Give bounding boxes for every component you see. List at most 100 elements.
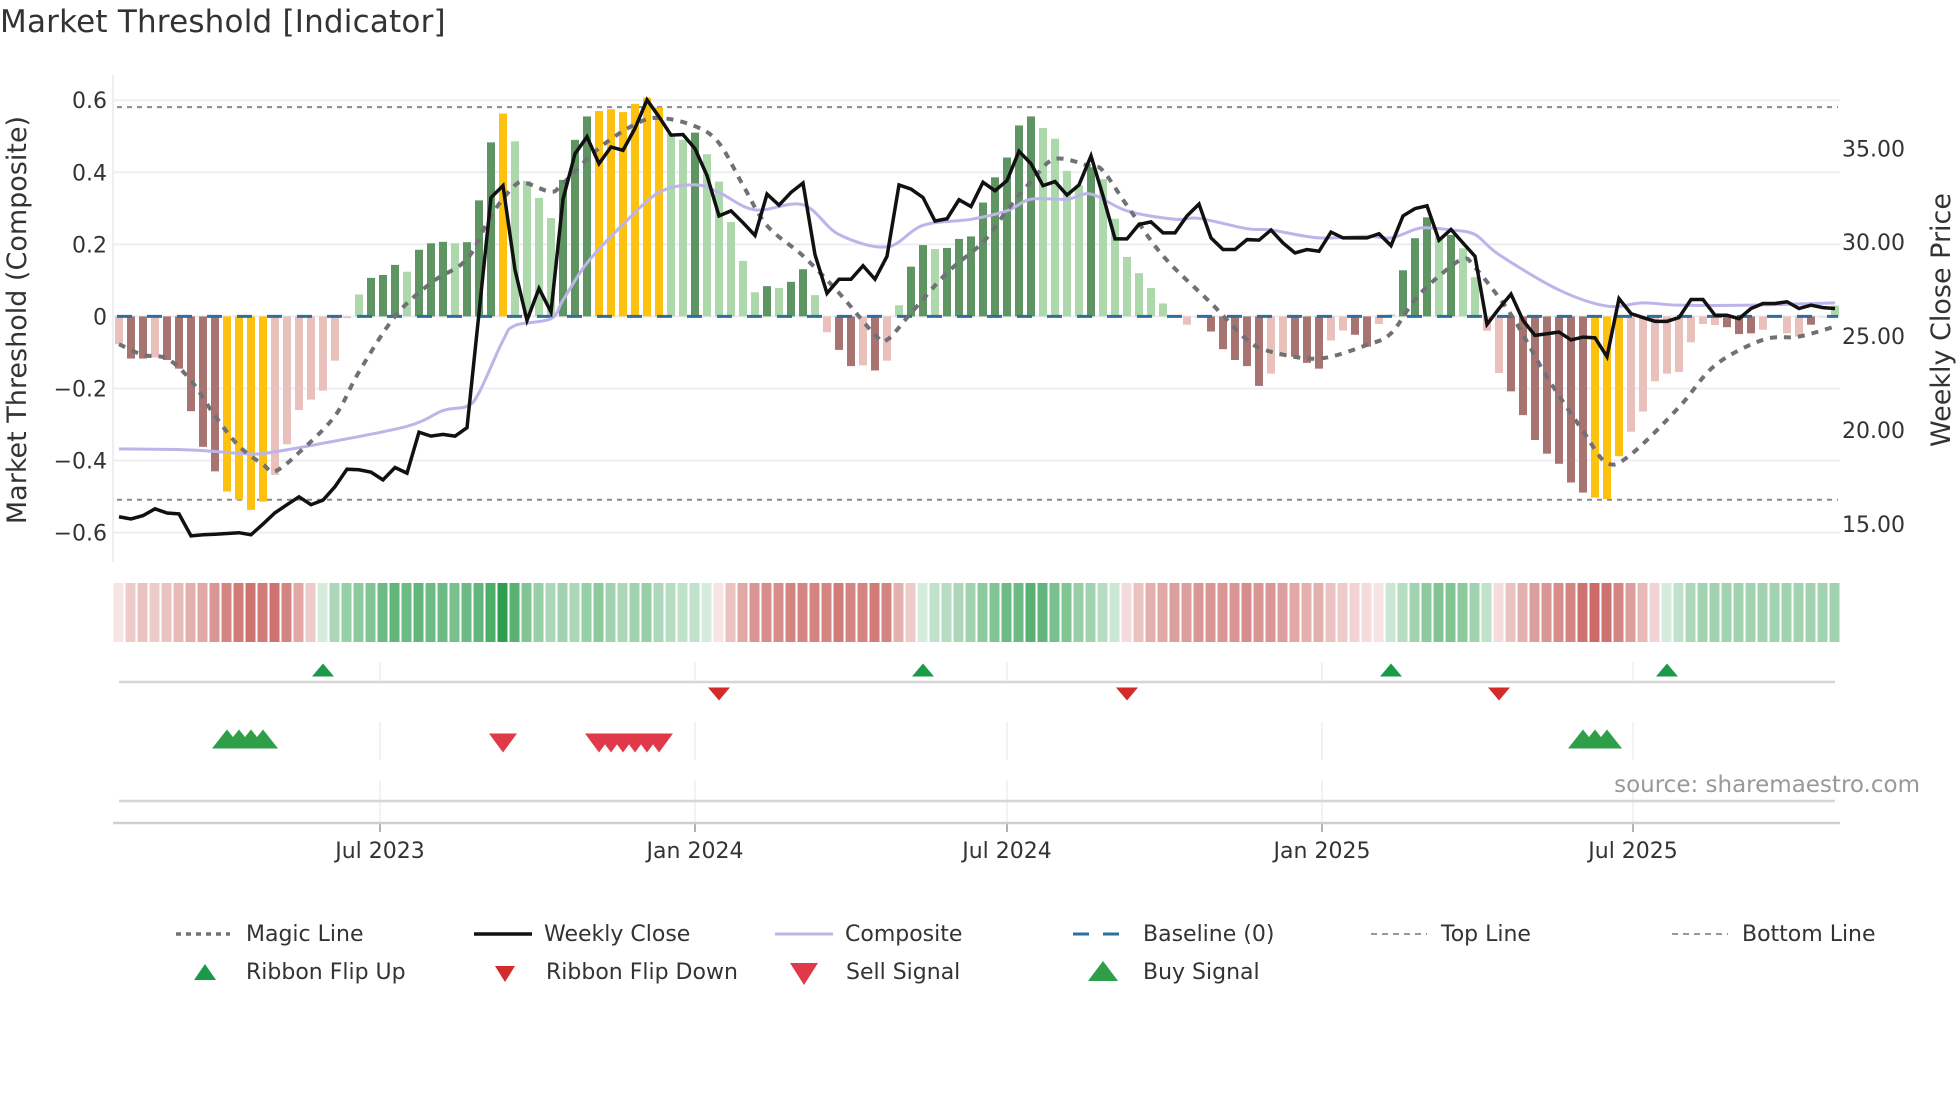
ribbon-strip	[1349, 583, 1360, 642]
composite-bar	[1459, 248, 1467, 317]
ribbon-strip	[1253, 583, 1264, 642]
ribbon-flip-down-marker	[1488, 687, 1510, 701]
composite-bar	[1411, 238, 1419, 317]
composite-bar	[1327, 316, 1335, 341]
composite-bar	[1507, 316, 1515, 392]
composite-bar	[427, 243, 435, 317]
ribbon-strip	[1553, 583, 1564, 642]
ribbon-strip	[149, 583, 160, 642]
source-credit: source: sharemaestro.com	[1614, 772, 1920, 798]
ribbon-strip	[545, 583, 556, 642]
ribbon-strip	[1337, 583, 1348, 642]
ribbon-strip	[845, 583, 856, 642]
composite-bar	[1291, 316, 1299, 357]
ribbon-strip	[1289, 583, 1300, 642]
composite-bar	[979, 202, 987, 317]
ribbon-flip-up-marker	[1656, 663, 1678, 677]
triangle-down-icon	[495, 966, 515, 982]
ribbon-strip	[569, 583, 580, 642]
composite-bar	[1051, 138, 1059, 317]
ribbon-strip	[161, 583, 172, 642]
composite-bar	[1747, 316, 1755, 334]
ribbon-flip-down-marker	[708, 687, 730, 701]
sell-signal-marker	[489, 733, 517, 753]
left-tick-label: −0.2	[54, 377, 107, 402]
right-tick-label: 25.00	[1842, 325, 1905, 350]
ribbon-strip	[629, 583, 640, 642]
ribbon-strip	[1157, 583, 1168, 642]
ribbon-strip	[461, 583, 472, 642]
composite-bar	[1255, 316, 1263, 386]
composite-bar	[355, 294, 363, 317]
composite-bar	[859, 316, 867, 366]
ribbon-strip	[1181, 583, 1192, 642]
composite-bar	[871, 316, 879, 371]
ribbon-strip	[929, 583, 940, 642]
composite-bar	[1663, 316, 1671, 374]
ribbon-strip	[1769, 583, 1780, 642]
ribbon-strip	[1505, 583, 1516, 642]
legend-item-baseline: Baseline (0)	[1073, 922, 1274, 947]
composite-bar	[403, 271, 411, 317]
x-tick-label: Jan 2025	[1272, 839, 1371, 864]
ribbon-strip	[1481, 583, 1492, 642]
composite-bar	[415, 249, 423, 317]
composite-bar	[823, 316, 831, 333]
composite-bar	[343, 316, 351, 319]
ribbon-strip	[1589, 583, 1600, 642]
legend-item-flip-down: Ribbon Flip Down	[495, 960, 738, 985]
ribbon-strip	[281, 583, 292, 642]
ribbon-strip	[1001, 583, 1012, 642]
composite-bar	[1675, 316, 1683, 372]
composite-bar	[1279, 316, 1287, 357]
ribbon-strip	[1829, 583, 1840, 642]
left-tick-label: −0.4	[54, 450, 107, 475]
composite-bar	[1363, 316, 1371, 347]
ribbon-strip	[953, 583, 964, 642]
ribbon-strip	[701, 583, 712, 642]
composite-bar	[367, 277, 375, 317]
ribbon-strip	[473, 583, 484, 642]
weekly-close-line	[118, 96, 1836, 538]
composite-bar	[331, 316, 339, 361]
ribbon-strip	[1229, 583, 1240, 642]
ribbon-strip	[917, 583, 928, 642]
ribbon-strip	[377, 583, 388, 642]
composite-bar	[211, 316, 219, 472]
ribbon-strip	[905, 583, 916, 642]
composite-bar	[1627, 316, 1635, 432]
composite-bar	[1135, 273, 1143, 317]
composite-bar	[1519, 316, 1527, 416]
ribbon-strip	[1325, 583, 1336, 642]
ribbon-strip	[1241, 583, 1252, 642]
ribbon-strip	[293, 583, 304, 642]
ribbon-strip	[1757, 583, 1768, 642]
magic-line	[118, 115, 1836, 474]
ribbon-strip	[677, 583, 688, 642]
ribbon-strip	[1145, 583, 1156, 642]
composite-bar	[1639, 316, 1647, 412]
composite-bar	[1315, 316, 1323, 369]
composite-bar	[775, 287, 783, 317]
ribbon-strip	[1109, 583, 1120, 642]
triangle-up-icon	[194, 964, 216, 980]
ribbon-strip	[425, 583, 436, 642]
composite-bar	[319, 316, 327, 391]
ribbon-strip	[1601, 583, 1612, 642]
ribbon-strip	[317, 583, 328, 642]
composite-bar	[115, 316, 123, 345]
ribbon-strip	[1313, 583, 1324, 642]
composite-bar	[1231, 316, 1239, 360]
ribbon-strip	[1709, 583, 1720, 642]
composite-bar	[1339, 316, 1347, 331]
legend-item-bottom: Bottom Line	[1672, 922, 1876, 947]
ribbon-strip	[893, 583, 904, 642]
ribbon-strip	[761, 583, 772, 642]
x-tick-label: Jan 2024	[645, 839, 744, 864]
ribbon-strip	[1649, 583, 1660, 642]
legend-item-top: Top Line	[1371, 922, 1531, 947]
ribbon-strip	[725, 583, 736, 642]
composite-bar	[247, 316, 255, 510]
composite-bar	[1699, 316, 1707, 324]
ribbon-strip	[773, 583, 784, 642]
